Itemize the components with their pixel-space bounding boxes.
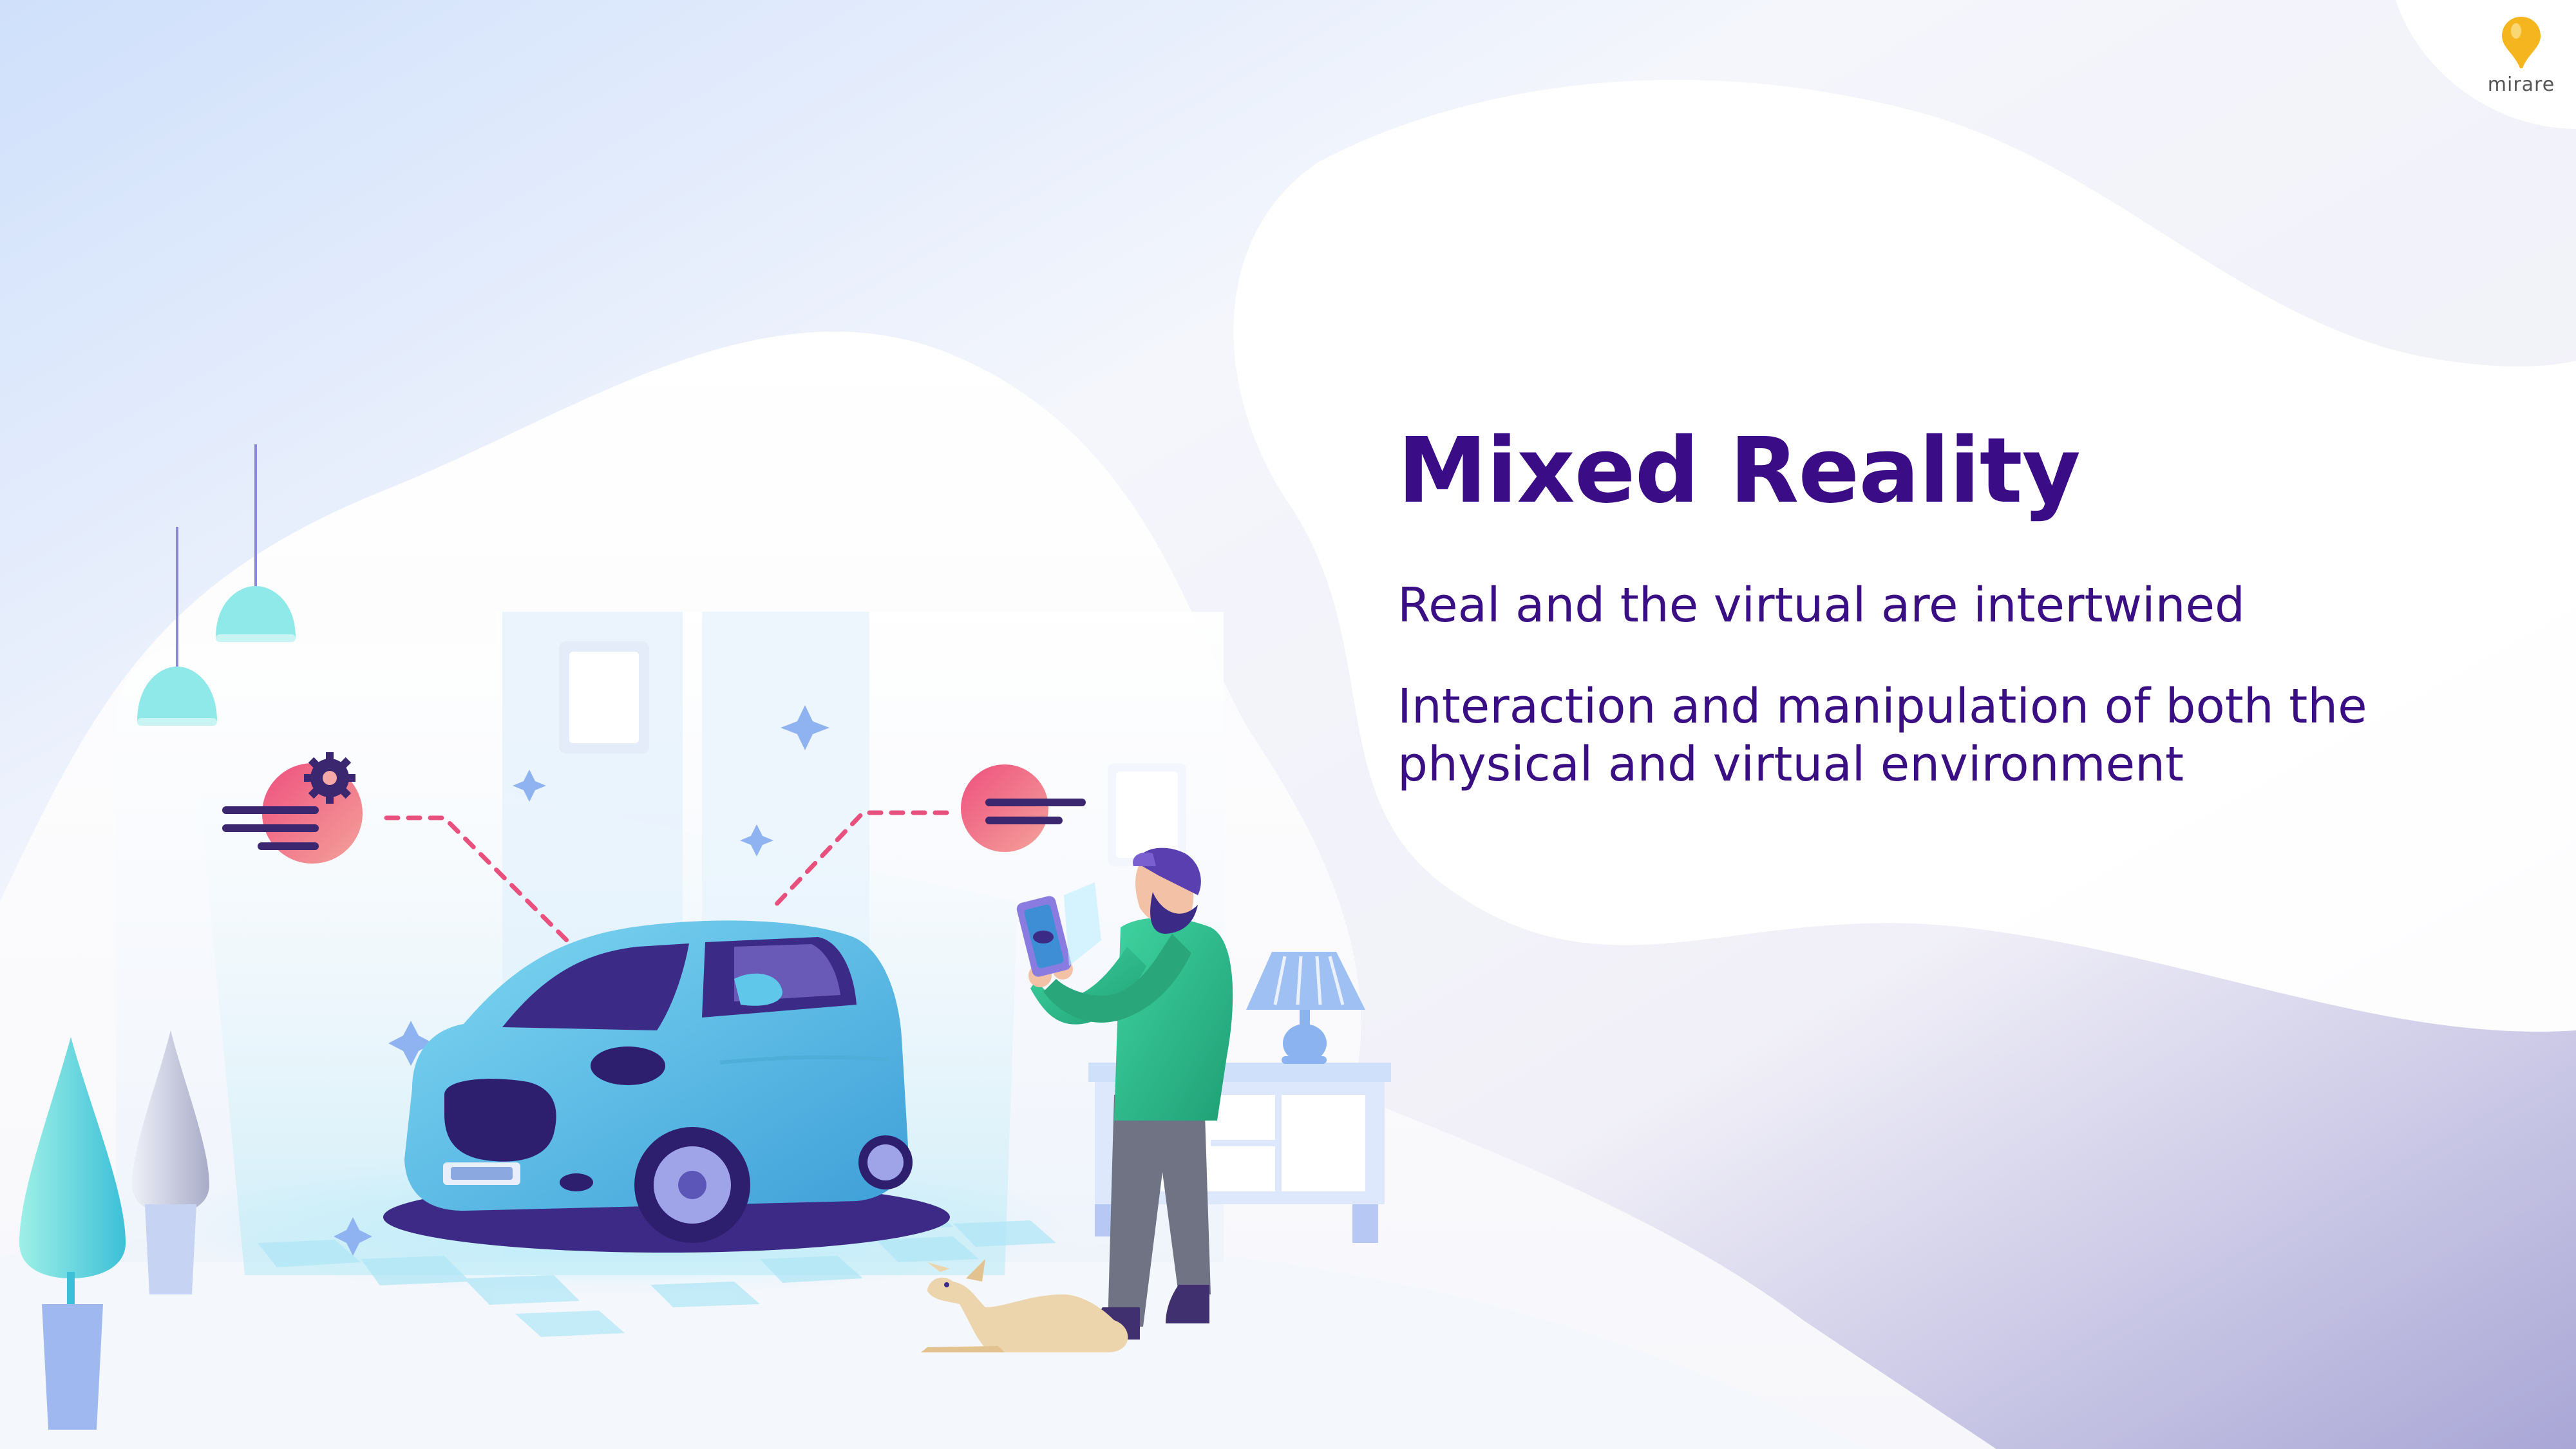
pin-bulb-icon bbox=[2502, 17, 2541, 68]
point-interaction: Interaction and manipulation of both the… bbox=[1397, 679, 2367, 792]
point-real-virtual: Real and the virtual are intertwined bbox=[1397, 578, 2245, 633]
logo-text: mirare bbox=[2487, 73, 2555, 96]
slide-title: Mixed Reality bbox=[1397, 419, 2081, 524]
logo: mirare bbox=[2476, 12, 2566, 108]
